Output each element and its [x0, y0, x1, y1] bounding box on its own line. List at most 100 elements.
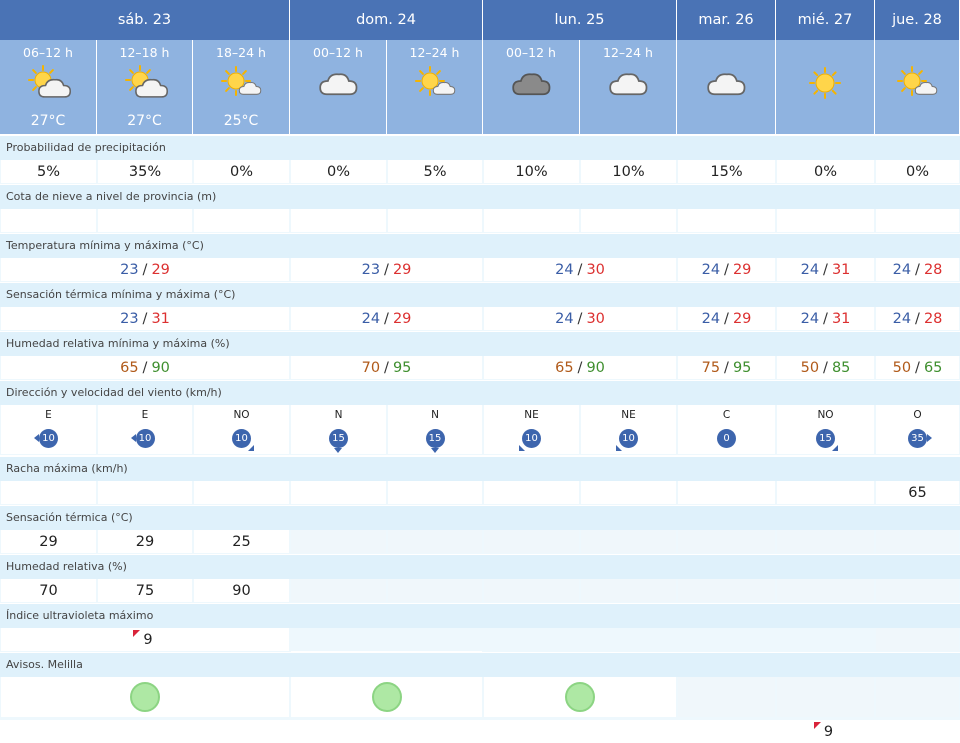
wind-direction: E [141, 409, 149, 421]
wind-value: NO 15 [777, 405, 874, 454]
precip-value: 15% [678, 160, 775, 183]
feels-hourly-value [777, 530, 874, 553]
day-header: mié. 27 [776, 0, 875, 40]
separator: / [384, 359, 389, 376]
snow-value [291, 209, 386, 232]
wind-arrow-icon [430, 448, 439, 453]
feels-max: 31 [831, 310, 851, 327]
dark-cloud-icon [506, 64, 556, 102]
feels-hourly-value [484, 530, 579, 553]
temp-min: 24 [892, 261, 912, 278]
snow-value [484, 209, 579, 232]
humidity-hourly-value [777, 579, 874, 602]
feels-hourly-value [581, 530, 676, 553]
gust-label: Racha máxima (km/h) [0, 457, 960, 481]
separator: / [724, 310, 729, 327]
temp-value: 24/29 [678, 258, 775, 281]
humidity-max: 95 [392, 359, 412, 376]
wind-direction: NE [524, 409, 539, 421]
temp-min: 24 [701, 261, 721, 278]
wind-speed-badge: 10 [616, 429, 638, 451]
period-label: 06–12 h [23, 45, 73, 60]
period-cell [776, 40, 875, 134]
gust-value [98, 481, 192, 504]
separator: / [724, 359, 729, 376]
precip-value: 10% [484, 160, 579, 183]
wind-arrow-icon [34, 434, 39, 442]
day-header: jue. 28 [875, 0, 960, 40]
temp-value: 23/29 [291, 258, 482, 281]
humidity-value: 75/95 [678, 356, 775, 379]
feels-max: 30 [586, 310, 605, 327]
humidity-max: 90 [151, 359, 170, 376]
temp-max: 29 [151, 261, 170, 278]
wind-value: N 15 [388, 405, 482, 454]
feels-label: Sensación térmica mínima y máxima (°C) [0, 283, 960, 307]
wind-value: O 35 [876, 405, 959, 454]
humidity-hourly-value: 75 [98, 579, 192, 602]
wind-speed-badge: 10 [130, 429, 155, 448]
feels-min: 23 [120, 310, 139, 327]
wind-value: NE 10 [581, 405, 676, 454]
separator: / [142, 359, 148, 376]
gust-value [291, 481, 386, 504]
wind-value: C0 [678, 405, 775, 454]
separator: / [384, 261, 389, 278]
wind-speed-badge: 0 [717, 429, 736, 448]
sun-icon [800, 64, 850, 102]
gust-value [484, 481, 579, 504]
humidity-min: 65 [120, 359, 139, 376]
feels-value: 23/31 [1, 307, 289, 330]
humidity-hourly-value [484, 579, 579, 602]
separator: / [724, 261, 729, 278]
temp-max: 29 [392, 261, 412, 278]
period-cell: 12–24 h [580, 40, 677, 134]
humidity-min: 50 [892, 359, 912, 376]
period-label: 12–24 h [409, 45, 460, 60]
temp-value: 24/31 [777, 258, 874, 281]
humidity-min: 70 [361, 359, 381, 376]
separator: / [823, 261, 828, 278]
warning-cell [291, 677, 482, 717]
humidity-max: 90 [586, 359, 605, 376]
humidity-hourly-value: 70 [1, 579, 96, 602]
wind-arrow-icon [616, 445, 622, 451]
humidity-hourly-label: Humedad relativa (%) [0, 555, 960, 579]
snow-value [388, 209, 482, 232]
period-label: 12–24 h [603, 45, 653, 60]
warning-level-indicator[interactable] [130, 682, 160, 712]
wind-speed-badge: 35 [908, 429, 932, 448]
warning-cell [876, 677, 959, 717]
feels-hourly-value [388, 530, 482, 553]
warnings-label: Avisos. Melilla [0, 653, 960, 677]
temp-min: 23 [120, 261, 139, 278]
temp-value: 24/30 [484, 258, 676, 281]
wind-arrow-icon [130, 434, 136, 442]
humidity-min: 65 [555, 359, 574, 376]
wind-arrow-icon [519, 445, 525, 451]
separator: / [915, 359, 920, 376]
humidity-hourly-value [291, 579, 386, 602]
period-cell: 00–12 h [290, 40, 387, 134]
gust-value: 65 [876, 481, 959, 504]
feels-value: 24/31 [777, 307, 874, 330]
uv-marker-icon [813, 722, 821, 729]
separator: / [577, 261, 583, 278]
precip-value: 0% [194, 160, 289, 183]
warning-level-indicator[interactable] [565, 682, 595, 712]
period-cell: 18–24 h 25°C [193, 40, 290, 134]
snow-value [876, 209, 959, 232]
feels-max: 29 [392, 310, 412, 327]
feels-hourly-value: 29 [1, 530, 96, 553]
uv-value: 9 [1, 628, 289, 651]
period-cell: 06–12 h 27°C [0, 40, 97, 134]
uv-value [876, 628, 959, 651]
snow-value [581, 209, 676, 232]
precip-value: 0% [876, 160, 959, 183]
warning-level-indicator[interactable] [371, 682, 402, 712]
wind-value: E 10 [98, 405, 192, 454]
wind-arrow-icon [334, 448, 342, 453]
precip-value: 35% [98, 160, 192, 183]
feels-hourly-value [876, 530, 959, 553]
period-temperature: 27°C [127, 113, 162, 129]
